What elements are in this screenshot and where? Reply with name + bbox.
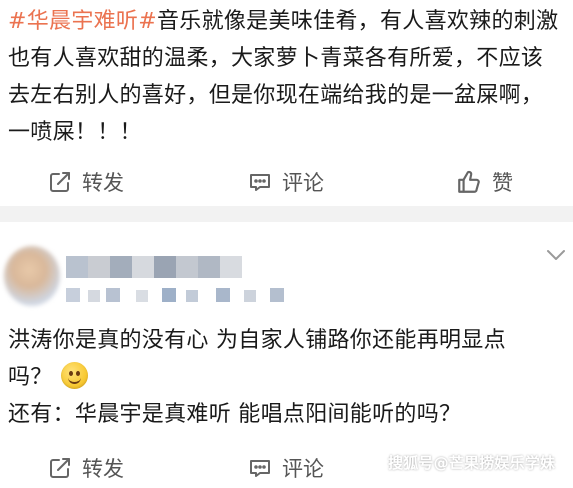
hashtag-link[interactable]: #华晨宇难听# [8,9,157,34]
comment-icon [250,174,270,191]
comment-line: 吗？ [8,359,568,396]
comment-button[interactable]: 评论 [248,448,324,488]
like-label: 赞 [492,171,513,195]
post-text: #华晨宇难听#音乐就像是美味佳肴，有人喜欢辣的刺激也有人喜欢甜的温柔，大家萝卜青… [8,3,563,151]
repost-button[interactable]: 转发 [48,162,124,202]
comment-post: 洪涛你是真的没有心 为自家人铺路你还能再明显点 吗？ 还有：华晨宇是真难听 能唱… [0,222,573,481]
username-pixelated[interactable] [66,256,246,278]
thumbs-up-icon [458,170,480,193]
section-divider [0,206,573,222]
like-button[interactable]: 赞 [456,162,513,202]
comment-icon [250,460,270,477]
avatar[interactable] [4,246,60,306]
post-action-bar: 转发 评论 赞 [0,162,573,202]
comment-label: 评论 [282,457,324,481]
comment-button[interactable]: 评论 [248,162,324,202]
meta-pixelated [66,288,284,302]
repost-label: 转发 [82,171,124,195]
repost-label: 转发 [82,457,124,481]
source-watermark: 搜狐号@芒果捞娱乐学妹 [388,454,556,472]
weibo-post: #华晨宇难听#音乐就像是美味佳肴，有人喜欢辣的刺激也有人喜欢甜的温柔，大家萝卜青… [0,0,573,206]
chevron-down-icon[interactable] [545,248,567,262]
comment-label: 评论 [282,171,324,195]
repost-icon [50,458,70,478]
comment-text: 洪涛你是真的没有心 为自家人铺路你还能再明显点 吗？ 还有：华晨宇是真难听 能唱… [8,322,568,433]
repost-icon [50,172,70,192]
comment-line: 还有：华晨宇是真难听 能唱点阳间能听的吗？ [8,402,462,427]
repost-button[interactable]: 转发 [48,448,124,488]
comment-line: 洪涛你是真的没有心 为自家人铺路你还能再明显点 [8,328,506,353]
smile-emoji-icon [60,362,88,389]
